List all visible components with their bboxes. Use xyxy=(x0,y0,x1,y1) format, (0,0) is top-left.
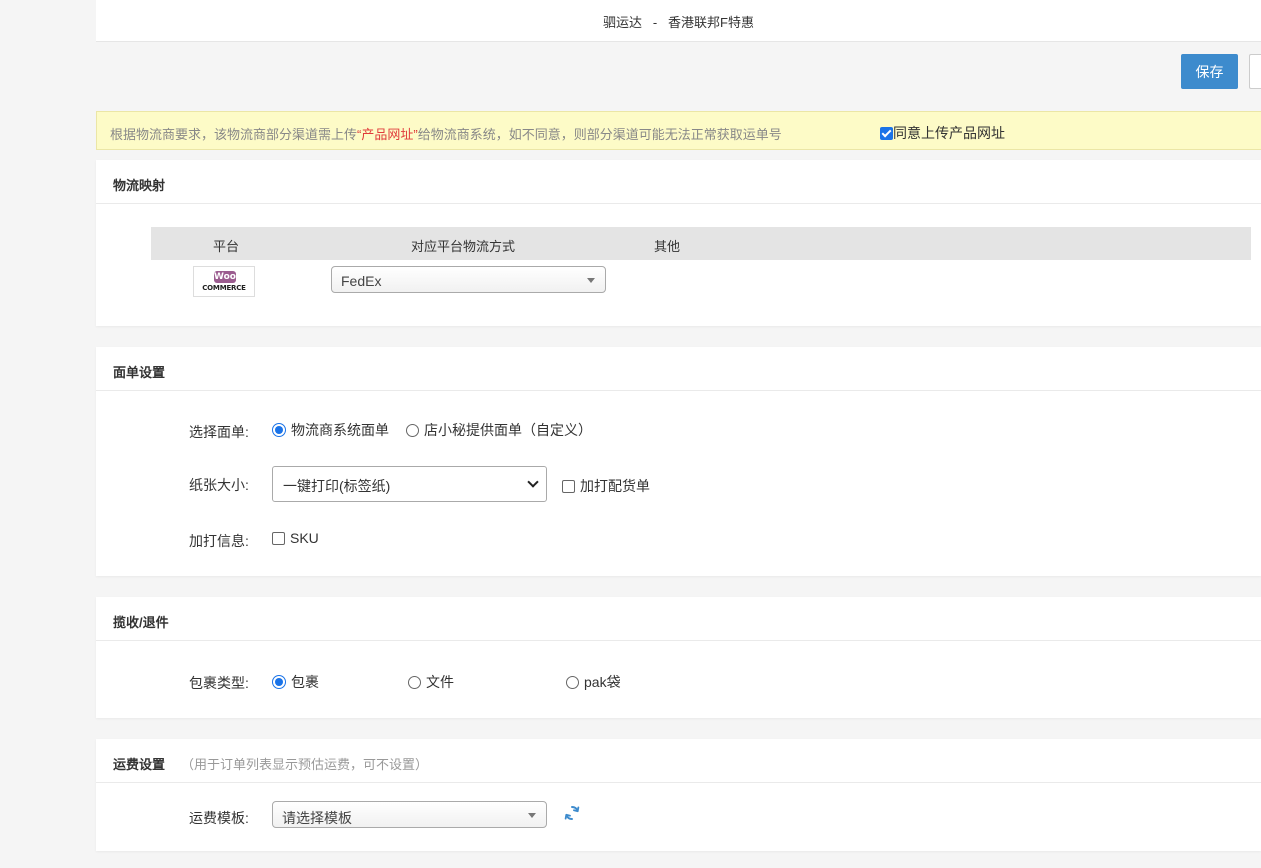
secondary-button[interactable] xyxy=(1249,54,1261,89)
freight-template-label: 运费模板: xyxy=(189,810,249,826)
package-type-label: 包裹类型: xyxy=(189,675,249,691)
notice-text-after: 给物流商系统，如不同意，则部分渠道可能无法正常获取运单号 xyxy=(417,127,782,142)
print-packing-checkbox[interactable]: 加打配货单 xyxy=(562,476,650,496)
package-option-document[interactable]: 文件 xyxy=(408,672,454,692)
panel-header: 物流映射 xyxy=(96,160,1261,204)
notice-highlight: “产品网址” xyxy=(357,127,418,142)
dropdown-arrow-icon xyxy=(528,813,536,818)
extra-sku-checkbox[interactable]: SKU xyxy=(272,530,319,546)
panel-title: 运费设置 xyxy=(113,757,166,772)
save-button[interactable]: 保存 xyxy=(1181,54,1238,89)
panel-header: 面单设置 xyxy=(96,347,1261,391)
notice-bar: 根据物流商要求，该物流商部分渠道需上传“产品网址”给物流商系统，如不同意，则部分… xyxy=(96,111,1261,150)
paper-size-select[interactable]: 一键打印(标签纸) xyxy=(272,466,547,502)
freight-settings-panel: 运费设置 （用于订单列表显示预估运费，可不设置） 运费模板: 请选择模板 xyxy=(96,739,1261,851)
shipping-method-value: FedEx xyxy=(341,273,382,289)
package-option-pak-text: pak袋 xyxy=(584,674,621,690)
package-option-parcel[interactable]: 包裹 xyxy=(272,672,319,692)
extra-info-label: 加打信息: xyxy=(189,533,249,549)
checkbox-empty-icon[interactable] xyxy=(272,531,285,545)
label-option-carrier[interactable]: 物流商系统面单 xyxy=(272,420,389,440)
column-platform: 平台 xyxy=(213,239,240,254)
refresh-icon[interactable] xyxy=(563,804,581,822)
package-option-parcel-text: 包裹 xyxy=(291,674,319,690)
column-other: 其他 xyxy=(654,239,681,254)
panel-title: 面单设置 xyxy=(113,365,166,380)
radio-unselected-icon[interactable] xyxy=(406,423,419,437)
radio-unselected-icon[interactable] xyxy=(566,675,579,689)
checkbox-empty-icon[interactable] xyxy=(562,479,575,493)
header-bar: 驷运达 - 香港联邦F特惠 xyxy=(96,0,1261,42)
label-option-custom[interactable]: 店小秘提供面单（自定义） xyxy=(406,420,592,440)
agree-upload-checkbox[interactable]: 同意上传产品网址 xyxy=(880,123,1005,143)
package-option-document-text: 文件 xyxy=(426,674,454,690)
notice-text-before: 根据物流商要求，该物流商部分渠道需上传 xyxy=(110,127,358,142)
freight-template-select[interactable]: 请选择模板 xyxy=(272,801,547,828)
paper-size-value: 一键打印(标签纸) xyxy=(283,478,391,494)
print-packing-label: 加打配货单 xyxy=(580,478,650,494)
mapping-table-header: 平台 对应平台物流方式 其他 xyxy=(151,227,1251,260)
woocommerce-logo: Woo COMMERCE xyxy=(193,266,255,297)
agree-upload-label: 同意上传产品网址 xyxy=(893,125,1005,141)
panel-title: 揽收/退件 xyxy=(113,615,169,630)
woo-badge: Woo xyxy=(214,271,236,283)
logistics-mapping-panel: 物流映射 平台 对应平台物流方式 其他 Woo COMMERCE FedEx xyxy=(96,160,1261,326)
freight-template-value: 请选择模板 xyxy=(282,810,352,826)
chevron-down-icon xyxy=(527,476,539,488)
radio-unselected-icon[interactable] xyxy=(408,675,421,689)
label-option-custom-text: 店小秘提供面单（自定义） xyxy=(424,422,592,438)
extra-sku-label: SKU xyxy=(290,530,319,546)
panel-title: 物流映射 xyxy=(113,178,166,193)
page-title: 驷运达 - 香港联邦F特惠 xyxy=(603,15,754,30)
woo-text: COMMERCE xyxy=(202,284,246,292)
notice-text: 根据物流商要求，该物流商部分渠道需上传“产品网址”给物流商系统，如不同意，则部分… xyxy=(110,124,782,143)
package-option-pak[interactable]: pak袋 xyxy=(566,672,621,692)
radio-selected-icon[interactable] xyxy=(272,423,286,437)
shipping-method-select[interactable]: FedEx xyxy=(331,266,606,293)
panel-header: 运费设置 （用于订单列表显示预估运费，可不设置） xyxy=(96,739,1261,783)
label-option-carrier-text: 物流商系统面单 xyxy=(291,422,389,438)
pickup-return-panel: 揽收/退件 包裹类型: 包裹 文件 pak袋 xyxy=(96,597,1261,718)
column-shipping-method: 对应平台物流方式 xyxy=(411,239,516,254)
select-label-label: 选择面单: xyxy=(189,424,249,440)
paper-size-label: 纸张大小: xyxy=(189,477,249,493)
dropdown-arrow-icon xyxy=(587,278,595,283)
checkbox-checked-icon[interactable] xyxy=(880,126,893,140)
panel-header: 揽收/退件 xyxy=(96,597,1261,641)
radio-selected-icon[interactable] xyxy=(272,675,286,689)
label-settings-panel: 面单设置 选择面单: 物流商系统面单 店小秘提供面单（自定义） 纸张大小: 一键… xyxy=(96,347,1261,576)
panel-subtitle: （用于订单列表显示预估运费，可不设置） xyxy=(181,757,429,772)
